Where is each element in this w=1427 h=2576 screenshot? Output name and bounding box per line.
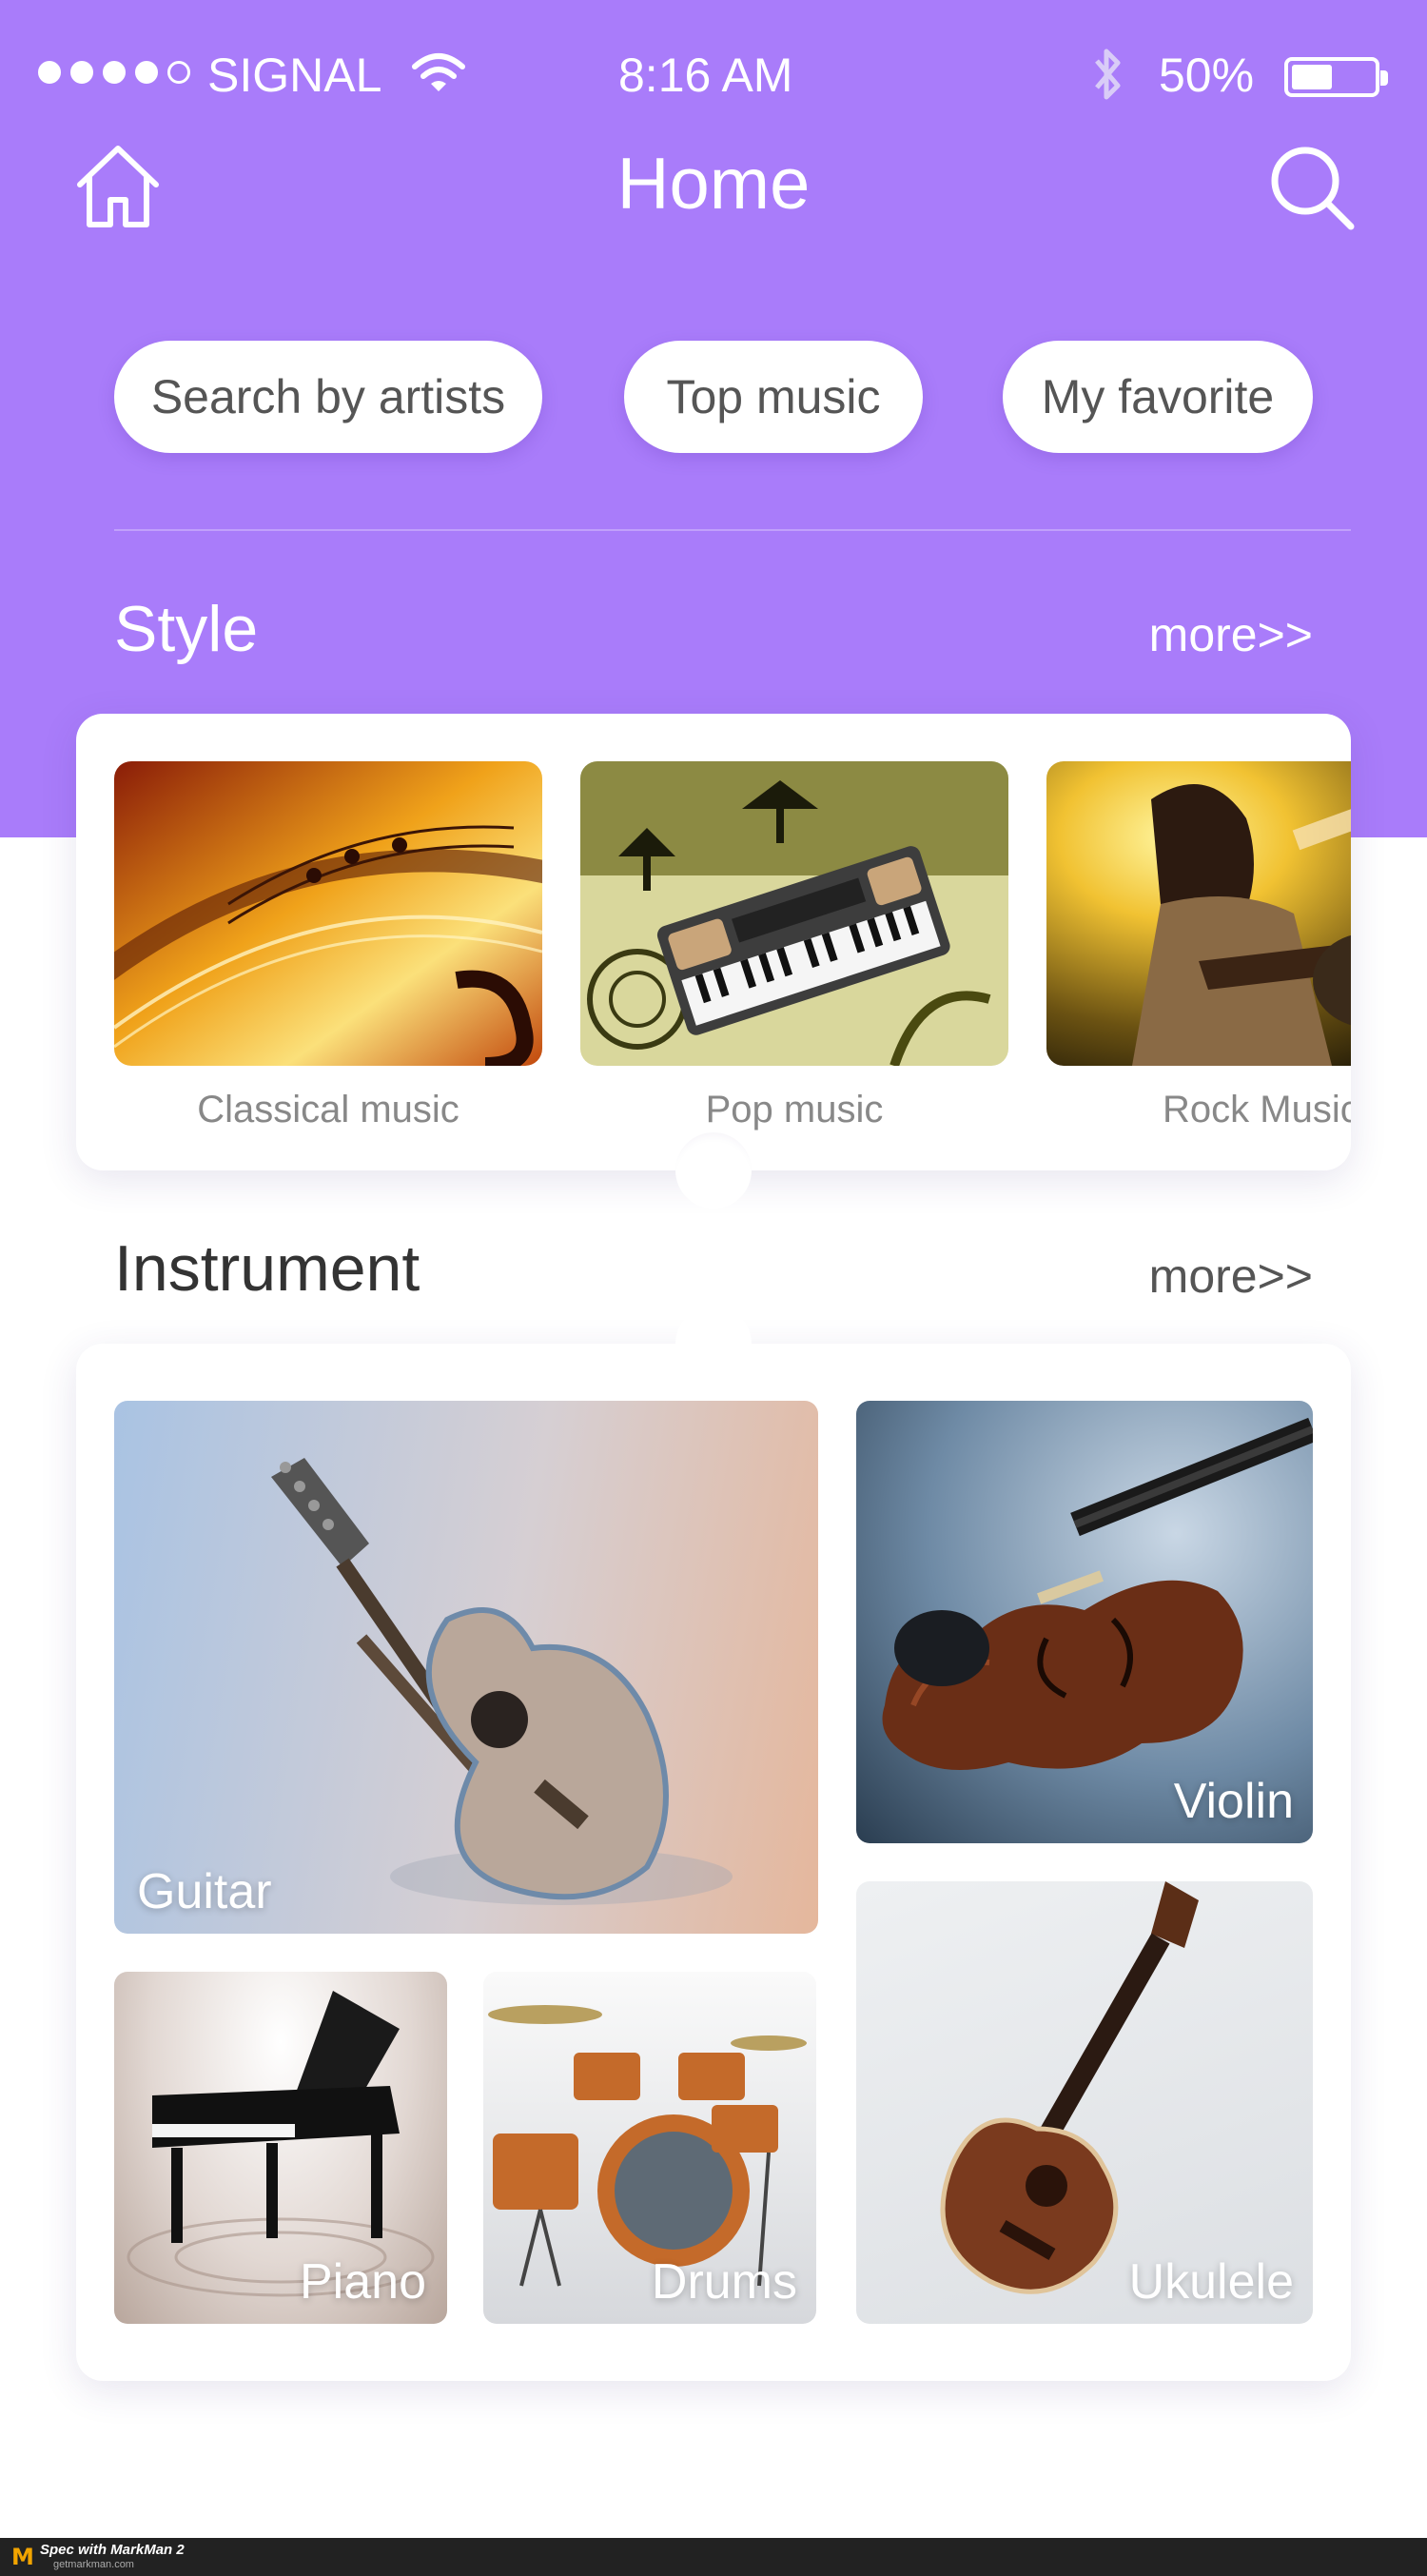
rock-music-image [1046,761,1351,1066]
instrument-more-link[interactable]: more>> [1149,1249,1313,1304]
card-connector [675,1132,752,1209]
battery-icon [1284,57,1388,97]
style-item-pop[interactable]: Pop music [580,761,1008,1131]
signal-dot [38,61,61,84]
style-card: Classical music Pop music Rock Music [76,714,1351,1170]
instrument-label: Guitar [137,1864,272,1919]
clock: 8:16 AM [618,49,793,102]
footer-brand: Spec with MarkMan 2 [40,2542,185,2558]
style-carousel[interactable]: Classical music Pop music Rock Music [114,761,1351,1170]
instrument-tile-ukulele[interactable]: Ukulele [856,1881,1313,2324]
style-item-label: Classical music [197,1089,459,1131]
signal-dot [135,61,158,84]
instrument-label: Piano [300,2254,426,2310]
style-more-link[interactable]: more>> [1149,607,1313,662]
wifi-icon [411,51,466,107]
instrument-tile-piano[interactable]: Piano [114,1972,447,2324]
instrument-tile-drums[interactable]: Drums [483,1972,816,2324]
status-bar: SIGNAL 8:16 AM 50% [0,38,1427,114]
guitar-image [271,1458,733,1905]
style-section-title: Style [114,593,259,665]
instrument-card: Guitar Violin Ukulele Piano Drums [76,1344,1351,2381]
style-item-label: Pop music [705,1089,884,1131]
top-music-chip[interactable]: Top music [624,341,923,453]
carrier-name: SIGNAL [207,49,382,102]
instrument-section-title: Instrument [114,1232,420,1305]
instrument-tile-violin[interactable]: Violin [856,1401,1313,1843]
style-item-label: Rock Music [1163,1089,1351,1131]
signal-strength-dots [38,61,190,84]
my-favorite-chip[interactable]: My favorite [1003,341,1313,453]
instrument-label: Violin [1173,1774,1294,1829]
instrument-tile-guitar[interactable]: Guitar [114,1401,818,1934]
search-button[interactable] [1267,143,1359,234]
signal-dot [167,61,190,84]
instrument-label: Drums [651,2254,797,2310]
markman-logo-icon: M [11,2544,34,2570]
footer-site: getmarkman.com [53,2559,134,2570]
style-item-rock[interactable]: Rock Music [1046,761,1351,1131]
battery-percent: 50% [1159,49,1255,102]
markman-footer: M Spec with MarkMan 2 getmarkman.com [0,2538,1427,2576]
search-icon [1271,147,1355,230]
signal-dot [103,61,126,84]
instrument-label: Ukulele [1128,2254,1294,2310]
bluetooth-icon [1089,42,1127,120]
header-divider [114,529,1351,531]
style-item-classical[interactable]: Classical music [114,761,542,1131]
pop-music-image [580,761,1008,1066]
battery-level [1292,65,1332,89]
card-connector [675,1306,752,1382]
classical-music-image [114,761,542,1066]
battery-nub [1380,70,1388,86]
signal-dot [70,61,93,84]
search-by-artists-chip[interactable]: Search by artists [114,341,542,453]
page-title: Home [616,144,811,225]
